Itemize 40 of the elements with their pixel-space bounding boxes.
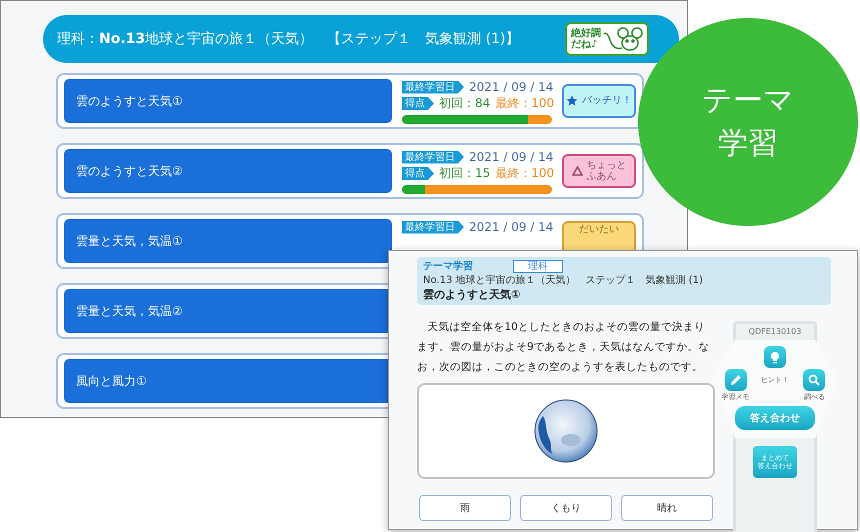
pencil-icon bbox=[730, 374, 742, 386]
search-icon bbox=[808, 374, 820, 386]
bulb-icon bbox=[770, 350, 780, 364]
lesson-button[interactable]: 雲のようすと天気① bbox=[64, 79, 392, 123]
answer-choice[interactable]: 晴れ bbox=[621, 495, 713, 521]
question-code: QDFE130103 bbox=[748, 327, 802, 336]
lesson-title: 雲のようすと天気① bbox=[423, 287, 522, 302]
sky-dome-drawing bbox=[533, 398, 599, 464]
hint-button[interactable] bbox=[764, 346, 786, 368]
score-tag: 得点 bbox=[402, 97, 434, 110]
last-study-tag: 最終学習日 bbox=[402, 80, 464, 94]
answer-choice[interactable]: くもり bbox=[520, 495, 612, 521]
lesson-button[interactable]: 雲のようすと天気② bbox=[64, 149, 392, 193]
mode-label: テーマ学習 bbox=[423, 260, 473, 273]
mouse-drawing bbox=[603, 26, 643, 52]
first-score: 初回：84 bbox=[439, 95, 490, 112]
lesson-button[interactable]: 雲量と天気，気温① bbox=[64, 219, 392, 263]
rating-label: バッチリ！ bbox=[582, 95, 632, 107]
final-score: 最終：100 bbox=[495, 165, 554, 182]
answer-choice[interactable]: 雨 bbox=[419, 495, 511, 521]
last-study-tag: 最終学習日 bbox=[402, 150, 464, 164]
final-score: 最終：100 bbox=[495, 95, 554, 112]
first-score: 初回：15 bbox=[439, 165, 490, 182]
last-study-tag: 最終学習日 bbox=[402, 220, 464, 234]
course-title: 理科：No.13地球と宇宙の旅１（天気） 【ステップ１ 気象観測 (1)】 bbox=[57, 30, 520, 48]
search-button[interactable] bbox=[803, 369, 826, 391]
triangle-icon bbox=[572, 166, 582, 176]
circle-text: テーマ bbox=[702, 84, 794, 117]
rating-label: だいたい bbox=[579, 224, 619, 236]
stamp-text: 絶好調 だね♪ bbox=[571, 28, 601, 50]
score-tag: 得点 bbox=[402, 167, 434, 180]
star-icon bbox=[566, 95, 578, 107]
course-label: No.13 地球と宇宙の旅１（天気） ステップ１ 気象観測 (1) bbox=[423, 274, 704, 287]
circle-text: 学習 bbox=[718, 127, 778, 160]
rating-label: ちょっと ふあん bbox=[586, 160, 626, 182]
study-date: 2021 / 09 / 14 bbox=[469, 150, 554, 164]
study-date: 2021 / 09 / 14 bbox=[469, 220, 554, 234]
study-date: 2021 / 09 / 14 bbox=[469, 80, 554, 94]
memo-button[interactable] bbox=[724, 369, 747, 391]
subject-tag: 理科 bbox=[513, 260, 563, 272]
